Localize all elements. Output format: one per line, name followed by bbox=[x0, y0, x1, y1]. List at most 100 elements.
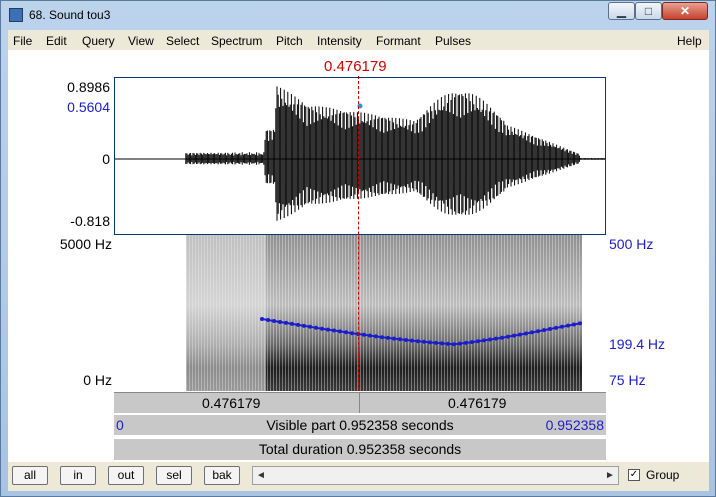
wave-max-label: 0.8986 bbox=[67, 79, 110, 95]
wave-cursor-value: 0.5604 bbox=[67, 99, 110, 115]
spec-bottom-freq: 0 Hz bbox=[83, 372, 112, 388]
pitch-point bbox=[290, 321, 294, 326]
waveform-view[interactable] bbox=[114, 77, 606, 235]
pitch-point bbox=[452, 342, 456, 347]
zoom-out-button[interactable]: out bbox=[108, 466, 144, 485]
zoom-sel-button[interactable]: sel bbox=[156, 466, 192, 485]
pitch-point bbox=[326, 327, 330, 332]
zoom-back-button[interactable]: bak bbox=[204, 466, 240, 485]
bottom-controls: all in out sel bak ◄ ► ✓ Group bbox=[8, 462, 709, 491]
pitch-value-label: 199.4 Hz bbox=[609, 336, 666, 352]
pitch-point bbox=[410, 338, 414, 343]
pitch-point bbox=[482, 338, 486, 343]
total-duration-bar[interactable]: Total duration 0.952358 seconds bbox=[114, 439, 606, 460]
menu-pulses[interactable]: Pulses bbox=[435, 34, 471, 48]
pitch-point bbox=[308, 324, 312, 329]
pitch-point bbox=[350, 331, 354, 336]
time-bar-divider bbox=[359, 393, 360, 413]
scroll-right-icon[interactable]: ► bbox=[602, 467, 618, 484]
menu-intensity[interactable]: Intensity bbox=[317, 34, 362, 48]
pitch-point bbox=[296, 322, 300, 327]
maximize-button[interactable]: □ bbox=[635, 2, 662, 20]
pitch-point bbox=[548, 327, 552, 331]
pitch-point bbox=[476, 339, 480, 344]
pitch-point bbox=[278, 320, 282, 324]
pitch-point bbox=[470, 340, 474, 345]
visible-part-label: Visible part 0.952358 seconds bbox=[266, 417, 454, 433]
pitch-point bbox=[362, 332, 366, 337]
menu-view[interactable]: View bbox=[128, 34, 154, 48]
zoom-in-button[interactable]: in bbox=[60, 466, 96, 485]
selection-time-bar[interactable]: 0.476179 0.476179 bbox=[114, 392, 606, 413]
pitch-point bbox=[380, 335, 384, 340]
menu-formant[interactable]: Formant bbox=[376, 34, 421, 48]
pitch-point bbox=[368, 333, 372, 338]
pitch-point bbox=[260, 317, 264, 321]
visible-end-label: 0.952358 bbox=[545, 417, 604, 433]
pitch-point bbox=[392, 336, 396, 341]
app-icon bbox=[9, 8, 23, 22]
wave-min-label: -0.818 bbox=[70, 213, 110, 229]
pitch-point bbox=[464, 340, 468, 345]
menu-bar: File Edit Query View Select Spectrum Pit… bbox=[8, 30, 709, 50]
minimize-button[interactable]: ▁ bbox=[608, 2, 635, 20]
menu-edit[interactable]: Edit bbox=[46, 34, 67, 48]
total-duration-label: Total duration 0.952358 seconds bbox=[258, 441, 462, 457]
pitch-point bbox=[302, 323, 306, 328]
group-checkbox[interactable]: ✓ bbox=[628, 469, 640, 481]
zoom-all-button[interactable]: all bbox=[12, 466, 48, 485]
pitch-point bbox=[488, 337, 492, 342]
spec-top-freq: 5000 Hz bbox=[59, 236, 112, 252]
menu-file[interactable]: File bbox=[13, 34, 32, 48]
pitch-point bbox=[446, 341, 450, 346]
cursor-time-label: 0.476179 bbox=[324, 58, 387, 75]
menu-query[interactable]: Query bbox=[82, 34, 115, 48]
spectrogram-plot bbox=[186, 235, 582, 391]
scroll-left-icon[interactable]: ◄ bbox=[253, 467, 269, 484]
pitch-point bbox=[332, 328, 336, 333]
pitch-point bbox=[434, 340, 438, 345]
spectrogram-view[interactable] bbox=[114, 235, 606, 391]
cursor-line bbox=[358, 76, 359, 390]
visible-part-bar[interactable]: 0 Visible part 0.952358 seconds 0.952358 bbox=[114, 415, 606, 435]
pitch-point bbox=[416, 339, 420, 344]
pitch-point bbox=[566, 323, 570, 328]
waveform-plot bbox=[115, 86, 605, 221]
pitch-point bbox=[320, 326, 324, 331]
pitch-point bbox=[344, 330, 348, 335]
pitch-point bbox=[458, 341, 462, 346]
pitch-point bbox=[314, 325, 318, 330]
close-button[interactable]: ✕ bbox=[662, 2, 708, 20]
pitch-point bbox=[374, 334, 378, 339]
pitch-point bbox=[578, 321, 582, 326]
pitch-point bbox=[494, 336, 498, 341]
menu-help[interactable]: Help bbox=[677, 34, 702, 48]
pitch-point bbox=[386, 335, 390, 340]
time-right-label: 0.476179 bbox=[448, 395, 507, 411]
pitch-point bbox=[398, 337, 402, 342]
pitch-point bbox=[572, 322, 576, 327]
time-left-label: 0.476179 bbox=[202, 395, 261, 411]
spectrogram-onset bbox=[186, 235, 266, 391]
pitch-point bbox=[338, 329, 342, 334]
menu-pitch[interactable]: Pitch bbox=[276, 34, 303, 48]
pitch-point bbox=[554, 325, 558, 330]
wave-zero-label: 0 bbox=[102, 151, 110, 167]
window-title: 68. Sound tou3 bbox=[29, 8, 111, 22]
pitch-point bbox=[542, 328, 546, 333]
pitch-point bbox=[530, 330, 534, 335]
title-bar: 68. Sound tou3 ▁ □ ✕ bbox=[1, 1, 715, 29]
pitch-point bbox=[266, 318, 270, 322]
horizontal-scrollbar[interactable]: ◄ ► bbox=[252, 466, 619, 485]
menu-spectrum[interactable]: Spectrum bbox=[211, 34, 262, 48]
pitch-point bbox=[284, 320, 288, 325]
pitch-point bbox=[506, 334, 510, 339]
pitch-point bbox=[404, 338, 408, 342]
menu-select[interactable]: Select bbox=[166, 34, 199, 48]
pitch-point bbox=[536, 329, 540, 334]
pitch-point bbox=[440, 341, 444, 346]
pitch-point bbox=[428, 340, 432, 345]
pitch-point bbox=[422, 339, 426, 344]
pitch-top-label: 500 Hz bbox=[609, 236, 654, 252]
pitch-point bbox=[500, 335, 504, 340]
